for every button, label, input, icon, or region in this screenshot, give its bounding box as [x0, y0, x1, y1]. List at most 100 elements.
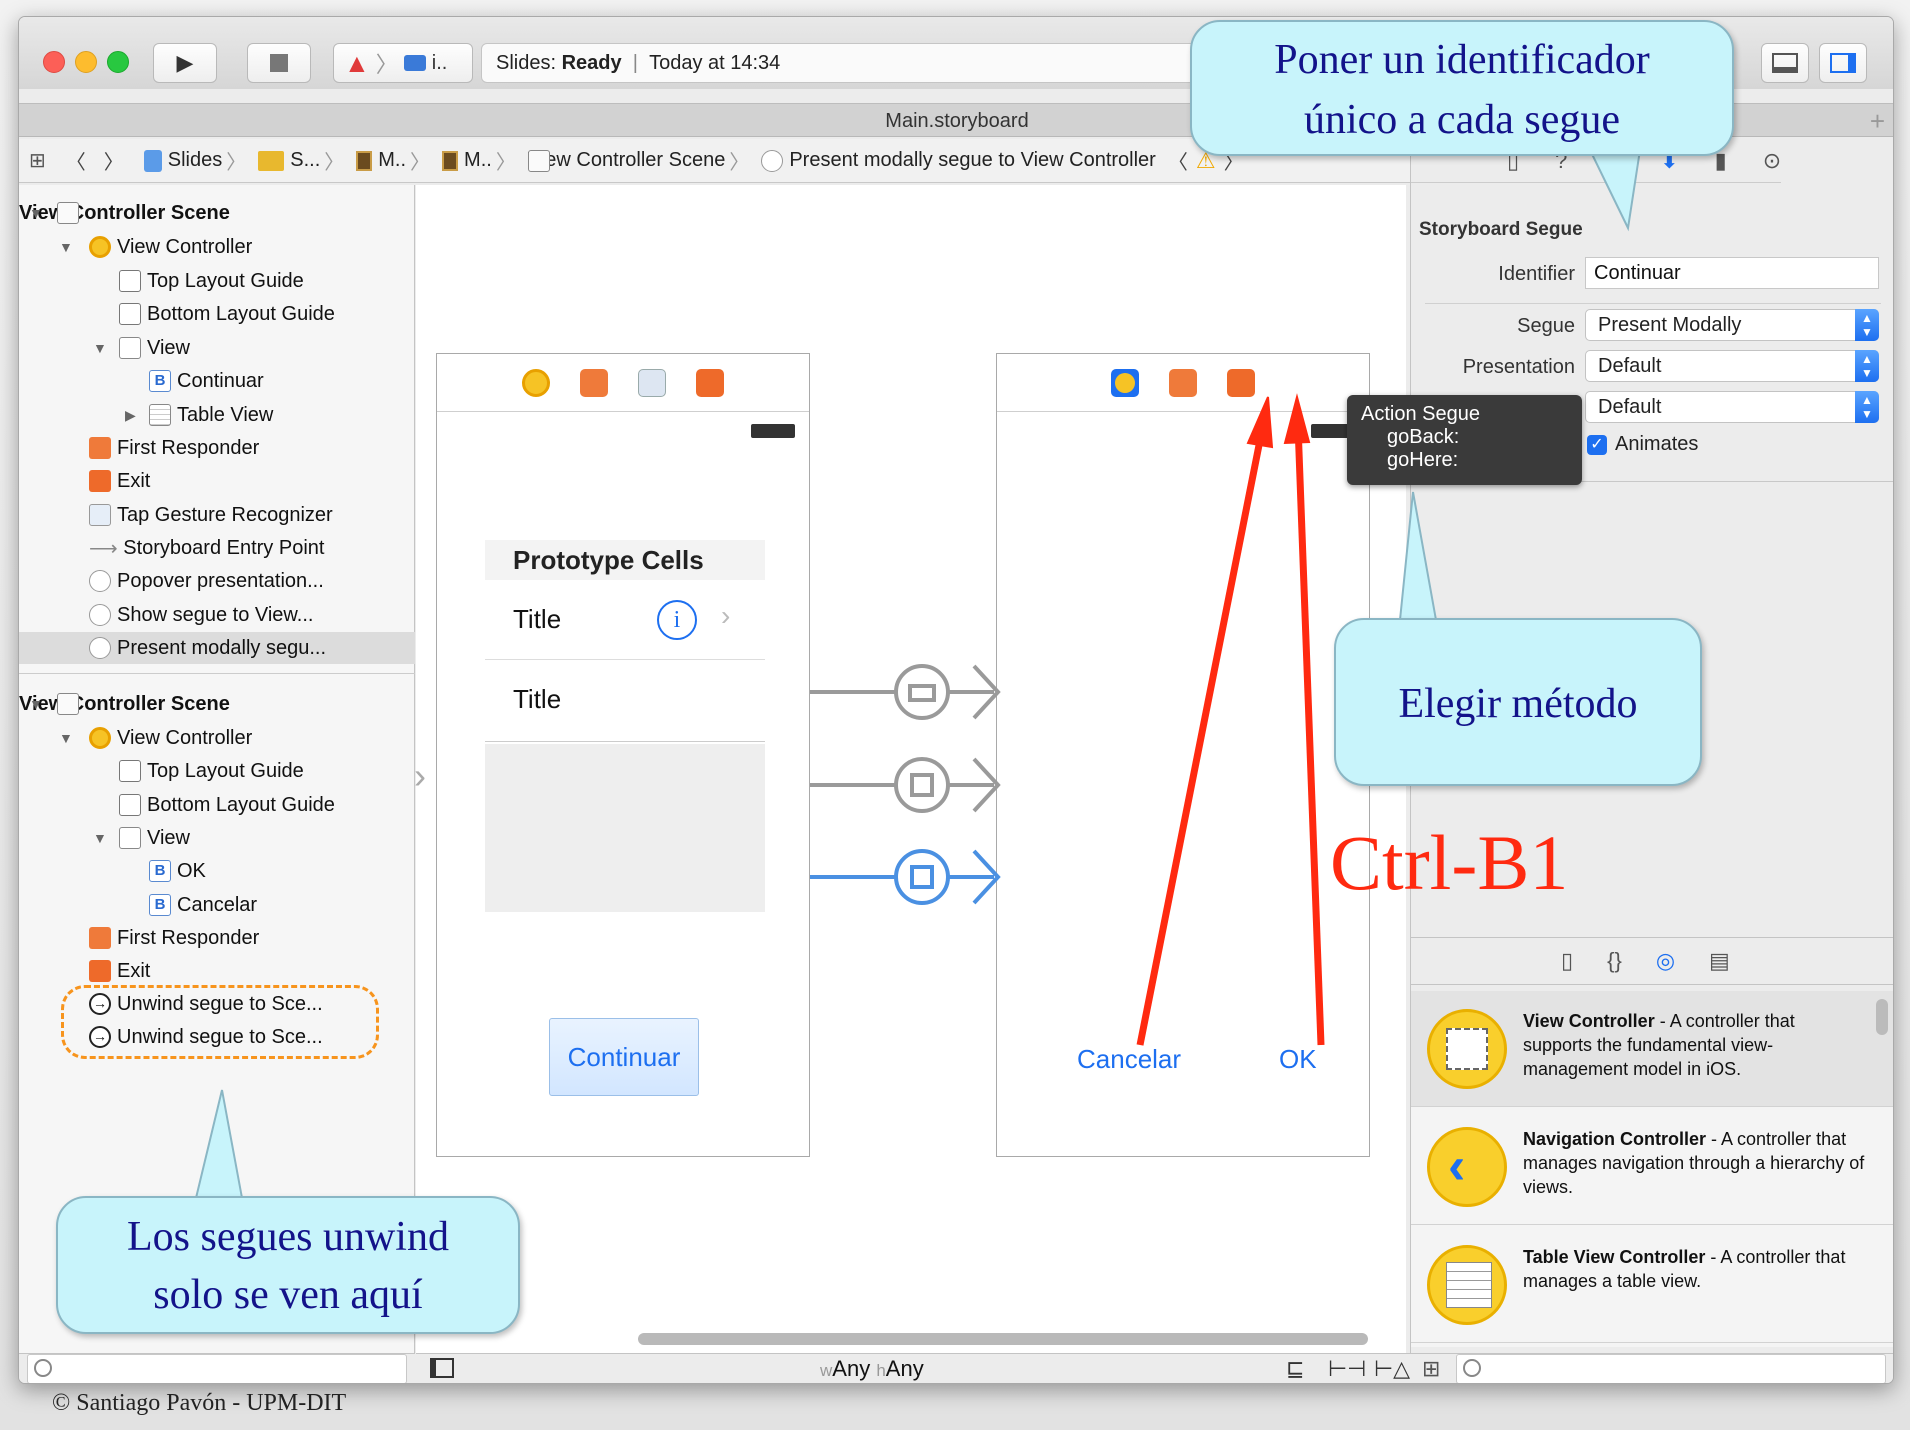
outline-item[interactable]: Bottom Layout Guide: [19, 789, 415, 821]
button-icon: B: [149, 894, 171, 916]
code-snippet-icon[interactable]: {}: [1607, 948, 1622, 974]
table-view-icon: [149, 404, 171, 426]
jumpbar-item-scene[interactable]: View Controller Scene: [527, 149, 725, 172]
first-responder-icon: [89, 437, 111, 459]
outline-item[interactable]: B Continuar: [19, 365, 415, 397]
disclosure-open-icon[interactable]: ▼: [59, 239, 73, 255]
stop-button[interactable]: [247, 43, 311, 83]
library-filter-bar: ⊞: [1410, 1353, 1893, 1383]
connections-inspector-icon[interactable]: ⊙: [1763, 148, 1781, 174]
align-icon[interactable]: ⊑: [1286, 1356, 1304, 1382]
disclosure-open-icon[interactable]: ▼: [59, 730, 73, 746]
outline-item[interactable]: First Responder: [19, 922, 415, 954]
outline-item[interactable]: Top Layout Guide: [19, 265, 415, 297]
outline-item[interactable]: Tap Gesture Recognizer: [19, 499, 415, 531]
library-item[interactable]: ‹ Navigation Controller - A controller t…: [1411, 1109, 1893, 1225]
disclosure-closed-icon[interactable]: ▶: [125, 407, 136, 424]
related-items-icon[interactable]: ⊞: [29, 148, 46, 173]
show-segue-arrow[interactable]: [810, 757, 1001, 813]
document-outline: ▼ View Controller Scene ▼ View Controller …: [19, 185, 415, 1353]
jumpbar-item-file[interactable]: M..: [356, 149, 406, 172]
utilities-toggle[interactable]: [1819, 43, 1867, 83]
outline-item[interactable]: B Cancelar: [19, 889, 415, 921]
resolve-issues-icon[interactable]: ⊢△: [1374, 1356, 1410, 1382]
tab-main-storyboard[interactable]: Main.storyboard: [885, 110, 1028, 132]
disclosure-open-icon[interactable]: ▼: [93, 340, 107, 356]
media-library-icon[interactable]: ▤: [1709, 948, 1730, 974]
modal-segue-icon: [89, 637, 111, 659]
outline-item[interactable]: ▶ Table View: [19, 399, 415, 431]
disclosure-open-icon[interactable]: ▼: [29, 205, 43, 221]
scheme-selector[interactable]: ▲ 〉 i..: [333, 43, 473, 83]
jumpbar-item-group[interactable]: S...: [258, 149, 320, 172]
outline-item[interactable]: Popover presentation...: [19, 565, 415, 597]
outline-item[interactable]: Exit: [19, 955, 415, 987]
ctrl-label: Ctrl-B1: [1330, 819, 1569, 906]
outline-item[interactable]: Top Layout Guide: [19, 755, 415, 787]
minimize-window-button[interactable]: [75, 51, 97, 73]
bottom-panel-icon: [1772, 53, 1798, 73]
outline-scene-1[interactable]: ▼ View Controller Scene: [19, 197, 415, 229]
forward-arrow-icon[interactable]: 〉: [104, 146, 124, 175]
popup-item-gohere[interactable]: goHere:: [1361, 449, 1568, 472]
library-tabs: ▯ {} ◎ ▤: [1411, 937, 1893, 985]
segue-arrows: [810, 393, 1325, 1046]
outline-item[interactable]: Bottom Layout Guide: [19, 298, 415, 330]
library-scrollbar[interactable]: [1876, 999, 1888, 1035]
close-window-button[interactable]: [43, 51, 65, 73]
add-tab-icon[interactable]: +: [1870, 104, 1885, 138]
canvas-bottom-bar: wAny hAny ⊑ ⊢⊣ ⊢△: [416, 1353, 1410, 1383]
outline-item-selected[interactable]: Present modally segu...: [19, 632, 415, 664]
jumpbar-item-project[interactable]: Slides: [143, 149, 222, 172]
outline-item[interactable]: First Responder: [19, 432, 415, 464]
popup-arrows-icon: ▲ ▼: [1855, 309, 1879, 341]
library-item[interactable]: Table View Controller - A controller tha…: [1411, 1227, 1893, 1343]
callout-identifier: Poner un identificador único a cada segu…: [1190, 20, 1734, 156]
file-template-icon[interactable]: ▯: [1561, 948, 1573, 974]
jumpbar-item-base[interactable]: M..: [442, 149, 492, 172]
disclosure-open-icon[interactable]: ▼: [93, 830, 107, 846]
library-filter-field[interactable]: [1456, 1354, 1886, 1383]
zoom-window-button[interactable]: [107, 51, 129, 73]
object-library: View Controller - A controller that supp…: [1411, 991, 1893, 1347]
outline-scene-2[interactable]: ▼ View Controller Scene: [19, 688, 415, 720]
outline-item[interactable]: ▼ View Controller: [19, 231, 415, 263]
horizontal-scrollbar[interactable]: [638, 1333, 1368, 1345]
pin-icon[interactable]: ⊢⊣: [1328, 1356, 1366, 1382]
outline-item[interactable]: ▼ View Controller: [19, 722, 415, 754]
animates-checkbox[interactable]: ✓: [1587, 435, 1607, 455]
size-class-control[interactable]: wAny hAny: [820, 1356, 924, 1382]
outline-item[interactable]: Exit: [19, 465, 415, 497]
scene-divider: [19, 673, 415, 674]
outline-item[interactable]: Show segue to View...: [19, 599, 415, 631]
segue-icon: [761, 149, 784, 172]
run-button[interactable]: ▶: [153, 43, 217, 83]
first-responder-icon: [89, 927, 111, 949]
outline-item[interactable]: B OK: [19, 855, 415, 887]
issue-prev-icon[interactable]: 〈: [1168, 146, 1188, 175]
outline-filter-field[interactable]: [27, 1354, 407, 1383]
grid-view-icon[interactable]: ⊞: [1422, 1356, 1440, 1382]
outline-item[interactable]: ▼ View: [19, 822, 415, 854]
segue-popup[interactable]: Present Modally ▲ ▼: [1585, 309, 1879, 341]
jumpbar-item-segue[interactable]: Present modally segue to View Controller: [761, 149, 1156, 172]
presentation-popup[interactable]: Default ▲ ▼: [1585, 350, 1879, 382]
debug-area-toggle[interactable]: [1761, 43, 1809, 83]
transition-popup[interactable]: Default ▲ ▼: [1585, 391, 1879, 423]
drag-arrows: [1136, 393, 1325, 1046]
play-icon: ▶: [176, 50, 194, 75]
identifier-field[interactable]: Continuar: [1585, 257, 1879, 289]
activity-separator: |: [632, 51, 638, 74]
disclosure-open-icon[interactable]: ▼: [29, 696, 43, 712]
outline-item[interactable]: ⟶ Storyboard Entry Point: [19, 532, 415, 564]
popover-segue-arrow[interactable]: [810, 664, 1001, 720]
exit-icon: [89, 470, 111, 492]
show-outline-icon[interactable]: [430, 1358, 454, 1378]
outline-item[interactable]: ▼ View: [19, 332, 415, 364]
popup-item-goback[interactable]: goBack:: [1361, 426, 1568, 449]
segue-label: Segue: [1517, 315, 1575, 337]
modal-segue-arrow[interactable]: [810, 849, 1001, 905]
library-item[interactable]: View Controller - A controller that supp…: [1411, 991, 1893, 1107]
object-library-icon[interactable]: ◎: [1656, 948, 1675, 974]
back-arrow-icon[interactable]: 〈: [66, 146, 86, 175]
